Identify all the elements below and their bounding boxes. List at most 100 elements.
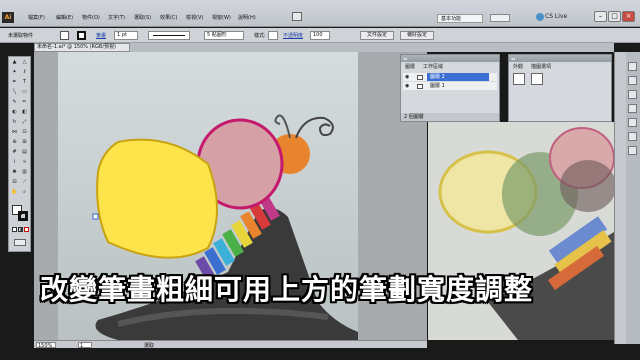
appearance-tab[interactable]: 外觀 <box>513 63 523 70</box>
document-setup-button[interactable]: 文件設定 <box>360 31 394 40</box>
document-tab[interactable]: 未命名-1.ai* @ 150% (RGB/預視) <box>34 43 130 52</box>
menu-edit[interactable]: 編輯(E) <box>56 14 73 21</box>
brush-definition[interactable]: 5 點圓形 <box>204 31 244 40</box>
layer-name-selected[interactable]: 圖層 2 <box>427 73 489 81</box>
mesh-tool-icon[interactable]: # <box>11 149 18 156</box>
minimize-button[interactable]: – <box>594 11 607 22</box>
line-tool-icon[interactable]: ╲ <box>11 89 18 96</box>
gradient-panel-icon[interactable] <box>628 132 637 141</box>
gradient-tool-icon[interactable]: ▤ <box>21 149 28 156</box>
transparency-panel-icon[interactable] <box>628 146 637 155</box>
stroke-color-swatch[interactable] <box>18 211 28 221</box>
stroke-panel-link[interactable]: 筆畫 <box>96 32 106 39</box>
appearance-panel: ◂◂ 外觀 描圖選項 <box>508 54 612 122</box>
layers-panel: ◂◂ 圖層 工作區域 ◉ 圖層 2 ◉ 圖層 1 2 個圖層 <box>400 54 500 122</box>
menu-view[interactable]: 檢視(V) <box>186 14 203 21</box>
fill-swatch[interactable] <box>60 31 69 40</box>
slice-tool-icon[interactable]: ⟋ <box>21 179 28 186</box>
rotate-tool-icon[interactable]: ↻ <box>11 119 18 126</box>
swatches-panel-icon[interactable] <box>628 76 637 85</box>
direct-selection-tool-icon[interactable]: △ <box>21 59 28 66</box>
blob-brush-tool-icon[interactable]: ◐ <box>11 109 18 116</box>
trace-options-tab[interactable]: 描圖選項 <box>531 63 551 70</box>
visibility-eye-icon[interactable]: ◉ <box>405 82 409 90</box>
arrange-docs-icon[interactable] <box>292 12 302 21</box>
vertical-scrollbar[interactable] <box>614 52 626 344</box>
document-tabs: 未命名-1.ai* @ 150% (RGB/預視) <box>34 43 614 52</box>
layers-footer: 2 個圖層 <box>401 113 499 121</box>
tools-panel: ▲ △ ✦ ℓ ✒ T ╲ ▭ ✎ ✏ ◐ ◧ ↻ ⤢ ⋈ ⊡ ⊕ ⊞ # ▤ … <box>8 56 31 252</box>
stroke-panel-icon[interactable] <box>628 118 637 127</box>
stroke-swatch[interactable] <box>77 31 86 40</box>
opacity-field[interactable]: 100 <box>310 31 330 40</box>
cslive-button[interactable]: CS Live <box>545 13 567 20</box>
layer-name[interactable]: 圖層 1 <box>430 82 445 90</box>
magic-wand-tool-icon[interactable]: ✦ <box>11 69 18 76</box>
menu-object[interactable]: 物件(O) <box>82 14 100 21</box>
color-panel-icon[interactable] <box>628 62 637 71</box>
stroke-weight-field[interactable]: 1 pt <box>114 31 138 40</box>
close-button[interactable]: × <box>622 11 635 22</box>
variable-width-profile[interactable] <box>148 31 190 40</box>
layers-panel-titlebar[interactable]: ◂◂ <box>401 55 499 62</box>
paintbrush-tool-icon[interactable]: ✎ <box>11 99 18 106</box>
layer-row[interactable]: ◉ 圖層 1 <box>403 82 497 90</box>
style-label: 樣式: <box>254 33 266 39</box>
menu-effect[interactable]: 效果(C) <box>160 14 177 21</box>
maximize-button[interactable]: □ <box>608 11 621 22</box>
artboards-tab[interactable]: 工作區域 <box>423 63 443 70</box>
status-bar: 150% 1 選取 <box>34 340 427 349</box>
color-mode-icon[interactable] <box>12 227 17 232</box>
symbol-sprayer-tool-icon[interactable]: ✺ <box>11 169 18 176</box>
app-logo: Ai <box>2 12 14 23</box>
blend-tool-icon[interactable]: ∞ <box>21 159 28 166</box>
preferences-button[interactable]: 偏好設定 <box>400 31 434 40</box>
menu-bar: Ai 檔案(F) 編輯(E) 物件(O) 文字(T) 選取(S) 效果(C) 檢… <box>0 0 640 27</box>
menu-help[interactable]: 說明(H) <box>238 14 256 21</box>
workspace-switcher[interactable]: 基本功能 <box>437 14 483 23</box>
zoom-field[interactable]: 150% <box>36 342 56 349</box>
appearance-thumbnail <box>531 73 543 85</box>
menu-select[interactable]: 選取(S) <box>134 14 151 21</box>
yellow-wing <box>96 138 218 259</box>
artboard-tool-icon[interactable]: ⊟ <box>11 179 18 186</box>
graphic-style-picker[interactable] <box>268 31 278 40</box>
control-bar: 未選取物件 筆畫 1 pt 5 點圓形 樣式: 不透明度 100 文件設定 偏好… <box>0 28 640 43</box>
menu-type[interactable]: 文字(T) <box>108 14 125 21</box>
eyedropper-tool-icon[interactable]: ⌇ <box>11 159 18 166</box>
selection-tool-icon[interactable]: ▲ <box>11 59 18 66</box>
rectangle-tool-icon[interactable]: ▭ <box>21 89 28 96</box>
appearance-panel-titlebar[interactable]: ◂◂ <box>509 55 611 62</box>
video-subtitle: 改變筆畫粗細可用上方的筆劃寬度調整 <box>40 273 534 306</box>
eraser-tool-icon[interactable]: ◧ <box>21 109 28 116</box>
free-transform-tool-icon[interactable]: ⊡ <box>21 129 28 136</box>
lasso-tool-icon[interactable]: ℓ <box>21 69 28 76</box>
width-tool-icon[interactable]: ⋈ <box>11 129 18 136</box>
scale-tool-icon[interactable]: ⤢ <box>21 119 28 126</box>
perspective-grid-tool-icon[interactable]: ⊞ <box>21 139 28 146</box>
appearance-thumbnail <box>513 73 525 85</box>
gradient-mode-icon[interactable] <box>18 227 23 232</box>
brushes-panel-icon[interactable] <box>628 90 637 99</box>
artboard-number-field[interactable]: 1 <box>78 342 92 349</box>
layer-thumbnail <box>417 84 423 89</box>
cslive-icon <box>536 13 544 21</box>
current-tool-status: 選取 <box>144 343 155 349</box>
pen-tool-icon[interactable]: ✒ <box>11 79 18 86</box>
screen-mode-icon[interactable] <box>14 239 26 246</box>
type-tool-icon[interactable]: T <box>21 79 28 86</box>
menu-window[interactable]: 視窗(W) <box>212 14 231 21</box>
column-graph-tool-icon[interactable]: ▥ <box>21 169 28 176</box>
search-help-field[interactable] <box>490 14 510 22</box>
pencil-tool-icon[interactable]: ✏ <box>21 99 28 106</box>
none-mode-icon[interactable] <box>24 227 29 232</box>
visibility-eye-icon[interactable]: ◉ <box>405 73 409 81</box>
zoom-tool-icon[interactable]: ⌕ <box>21 189 28 196</box>
layer-row[interactable]: ◉ 圖層 2 <box>403 73 497 81</box>
symbols-panel-icon[interactable] <box>628 104 637 113</box>
menu-file[interactable]: 檔案(F) <box>28 14 45 21</box>
hand-tool-icon[interactable]: ✋ <box>11 189 18 196</box>
shape-builder-tool-icon[interactable]: ⊕ <box>11 139 18 146</box>
layers-tab[interactable]: 圖層 <box>405 63 415 70</box>
opacity-link[interactable]: 不透明度 <box>283 32 303 39</box>
